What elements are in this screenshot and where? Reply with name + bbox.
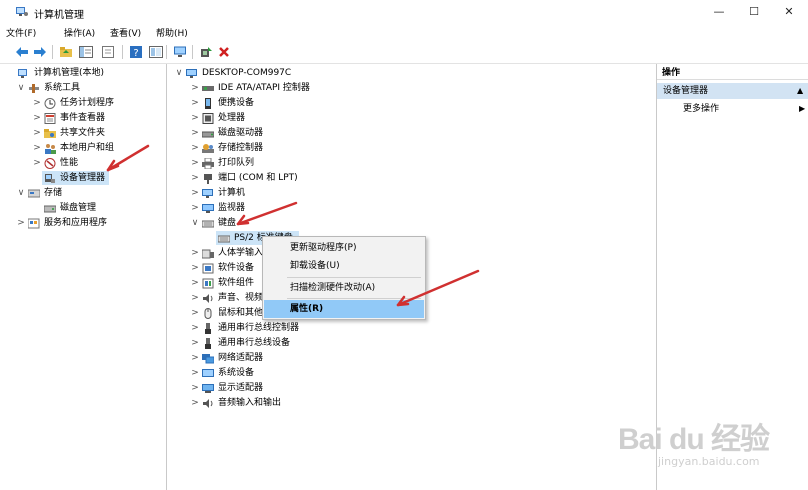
baidu-watermark: Bai du 经验 jingyan.baidu.com xyxy=(618,400,788,480)
watermark-main: Bai du 经验 xyxy=(618,423,770,456)
annotation-arrow-3 xyxy=(396,269,480,307)
watermark-url: jingyan.baidu.com xyxy=(658,455,760,468)
annotation-arrow-2 xyxy=(236,201,298,226)
annotation-arrow-1 xyxy=(106,144,150,172)
